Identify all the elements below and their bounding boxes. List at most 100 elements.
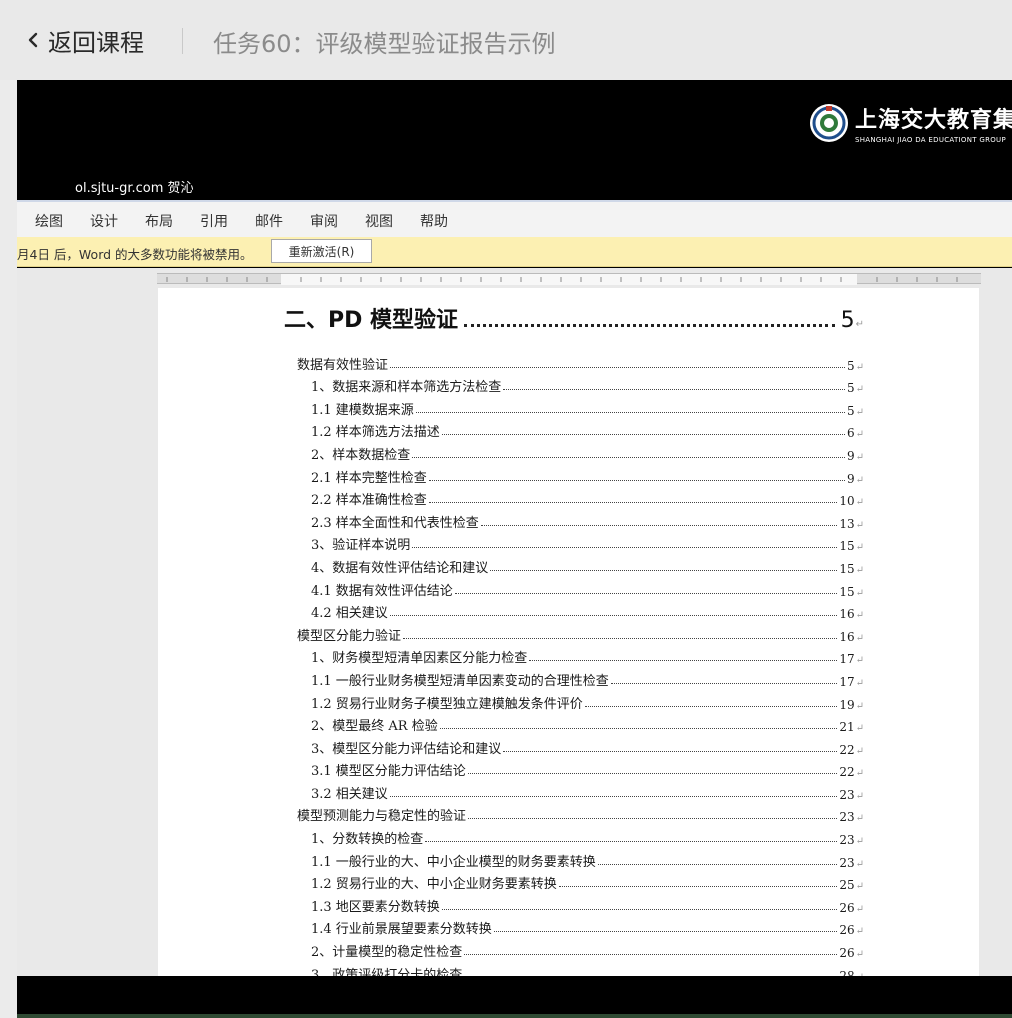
toc-item-text: 模型预测能力与稳定性的验证 (297, 809, 467, 825)
toc-item-text: 2、样本数据检查 (311, 447, 411, 463)
toc-leader (412, 547, 838, 549)
toc-item[interactable]: 3.2 相关建议 23 ↵ (297, 779, 864, 802)
toc-item[interactable]: 1.1 一般行业的大、中小企业模型的财务要素转换 23 ↵ (297, 847, 864, 870)
toc-item[interactable]: 1.4 行业前景展望要素分数转换 26 ↵ (297, 915, 864, 938)
toc-item[interactable]: 4、数据有效性评估结论和建议 15 ↵ (297, 553, 864, 576)
toc-item[interactable]: 2.2 样本准确性检查 10 ↵ (297, 486, 864, 508)
tab-design[interactable]: 设计 (90, 211, 118, 231)
toc-leader (454, 592, 838, 594)
toc-item-page: 26 (839, 900, 855, 915)
toc-item[interactable]: 1.2 贸易行业财务子模型独立建模触发条件评价 19 ↵ (297, 689, 864, 712)
toc-item[interactable]: 2、计量模型的稳定性检查 26 ↵ (297, 937, 864, 960)
document-page[interactable]: 二、PD 模型验证 5 ↵ 数据有效性验证 5 ↵ 1、数据来源和样本筛选方法检查 5 ↵… (158, 288, 979, 988)
toc-item[interactable]: 数据有效性验证 5 ↵ (297, 350, 864, 373)
paragraph-mark-icon: ↵ (855, 406, 864, 418)
toc-item-page: 23 (839, 810, 855, 825)
toc-item[interactable]: 1.2 样本筛选方法描述 6 ↵ (297, 418, 864, 441)
toc-item-page: 26 (839, 946, 855, 961)
toc-item[interactable]: 2.1 样本完整性检查 9 ↵ (297, 463, 864, 486)
video-player[interactable]: 上海交大教育集团 SHANGHAI JIAO DA EDUCATIONT GRO… (17, 80, 1012, 1018)
reactivate-button[interactable]: 重新激活(R) (271, 239, 372, 263)
toc-item[interactable]: 3、验证样本说明 15 ↵ (297, 531, 864, 554)
toc-item[interactable]: 3、模型区分能力评估结论和建议 22 ↵ (297, 734, 864, 757)
activation-message-bar: 月4日 后，Word 的大多数功能将被禁用。 重新激活(R) (17, 237, 1012, 267)
tab-mailings[interactable]: 邮件 (255, 211, 283, 231)
toc-leader (441, 908, 838, 910)
toc-leader (428, 479, 845, 481)
paragraph-mark-icon: ↵ (855, 768, 864, 780)
toc-item[interactable]: 1.2 贸易行业的大、中小企业财务要素转换 25 ↵ (297, 870, 864, 893)
toc-item[interactable]: 2、样本数据检查 9 ↵ (297, 440, 864, 463)
course-header: 返回课程 任务60：评级模型验证报告示例 (0, 0, 1012, 80)
toc-item-page: 15 (839, 561, 855, 576)
toc-item[interactable]: 4.2 相关建议 16 ↵ (297, 599, 864, 622)
video-bottom-bar (17, 976, 1012, 1018)
toc-item-page: 5 (846, 358, 855, 373)
university-emblem-icon (810, 104, 848, 142)
toc-leader (412, 456, 845, 458)
toc-item-text: 1.2 样本筛选方法描述 (311, 425, 440, 441)
progress-strip (17, 1014, 1012, 1018)
toc-leader (441, 434, 845, 436)
document-area: 二、PD 模型验证 5 ↵ 数据有效性验证 5 ↵ 1、数据来源和样本筛选方法检查 5 ↵… (17, 268, 1012, 988)
toc-leader (464, 324, 835, 327)
toc-leader (439, 728, 838, 730)
toc-item[interactable]: 1.1 建模数据来源 5 ↵ (297, 395, 864, 418)
toc-leader (464, 954, 838, 956)
toc-leader (415, 411, 845, 413)
toc-leader (428, 502, 838, 504)
toc-item[interactable]: 模型区分能力验证 16 ↵ (297, 621, 864, 644)
toc-item-text: 1、分数转换的检查 (311, 832, 424, 848)
paragraph-mark-icon: ↵ (855, 519, 864, 531)
toc-leader (529, 660, 838, 662)
video-watermark: ol.sjtu-gr.com 贺沁 (75, 181, 194, 196)
toc-item[interactable]: 2.3 样本全面性和代表性检查 13 ↵ (297, 508, 864, 531)
toc-item[interactable]: 1.1 一般行业财务模型短清单因素变动的合理性检查 17 ↵ (297, 666, 864, 689)
toc-item-page: 22 (839, 742, 855, 757)
toc-item-text: 3.2 相关建议 (311, 786, 388, 802)
tab-help[interactable]: 帮助 (420, 211, 448, 231)
toc-item[interactable]: 1、财务模型短清单因素区分能力检查 17 ↵ (297, 644, 864, 667)
toc-item[interactable]: 1、分数转换的检查 23 ↵ (297, 824, 864, 847)
tab-draw[interactable]: 绘图 (35, 211, 63, 231)
tab-references[interactable]: 引用 (200, 211, 228, 231)
toc-leader (425, 841, 838, 843)
toc-item-page: 15 (839, 584, 855, 599)
toc-leader (503, 389, 845, 391)
toc-item-page: 9 (846, 471, 855, 486)
paragraph-mark-icon: ↵ (855, 700, 864, 712)
tab-layout[interactable]: 布局 (145, 211, 173, 231)
toc-item-text: 1.1 一般行业的大、中小企业模型的财务要素转换 (311, 854, 596, 870)
toc-item[interactable]: 模型预测能力与稳定性的验证 23 ↵ (297, 802, 864, 825)
paragraph-mark-icon: ↵ (855, 813, 864, 825)
toc-item[interactable]: 1.3 地区要素分数转换 26 ↵ (297, 892, 864, 915)
toc-item-text: 2.1 样本完整性检查 (311, 470, 427, 486)
toc-item-text: 3、模型区分能力评估结论和建议 (311, 741, 502, 757)
toc-item-page: 17 (839, 652, 855, 667)
paragraph-mark-icon: ↵ (855, 542, 864, 554)
toc-leader (597, 863, 838, 865)
toc-heading-page: 5 (840, 308, 855, 333)
toc-item[interactable]: 2、模型最终 AR 检验 21 ↵ (297, 712, 864, 734)
toc-item-text: 2.3 样本全面性和代表性检查 (311, 515, 479, 531)
paragraph-mark-icon: ↵ (855, 926, 864, 938)
toc-item-text: 2、计量模型的稳定性检查 (311, 945, 463, 961)
toc-item-page: 22 (839, 765, 855, 780)
toc-item-page: 5 (846, 381, 855, 396)
toc-leader (390, 366, 845, 368)
toc-item-page: 6 (846, 426, 855, 441)
toc-item-page: 16 (839, 607, 855, 622)
logo-english-name: SHANGHAI JIAO DA EDUCATIONT GROUP (855, 136, 1007, 144)
tab-view[interactable]: 视图 (365, 211, 393, 231)
toc-item[interactable]: 1、数据来源和样本筛选方法检查 5 ↵ (297, 373, 864, 396)
toc-item-page: 25 (839, 878, 855, 893)
toc-item-page: 15 (839, 539, 855, 554)
toc-item-page: 26 (839, 923, 855, 938)
brand-logo: 上海交大教育集团 SHANGHAI JIAO DA EDUCATIONT GRO… (810, 102, 1012, 144)
toc-item-text: 1.4 行业前景展望要素分数转换 (311, 922, 492, 938)
back-to-course-button[interactable]: 返回课程 (24, 22, 144, 58)
tab-review[interactable]: 审阅 (310, 211, 338, 231)
toc-item[interactable]: 4.1 数据有效性评估结论 15 ↵ (297, 576, 864, 599)
toc-item-text: 1.3 地区要素分数转换 (311, 899, 440, 915)
toc-item[interactable]: 3.1 模型区分能力评估结论 22 ↵ (297, 757, 864, 780)
